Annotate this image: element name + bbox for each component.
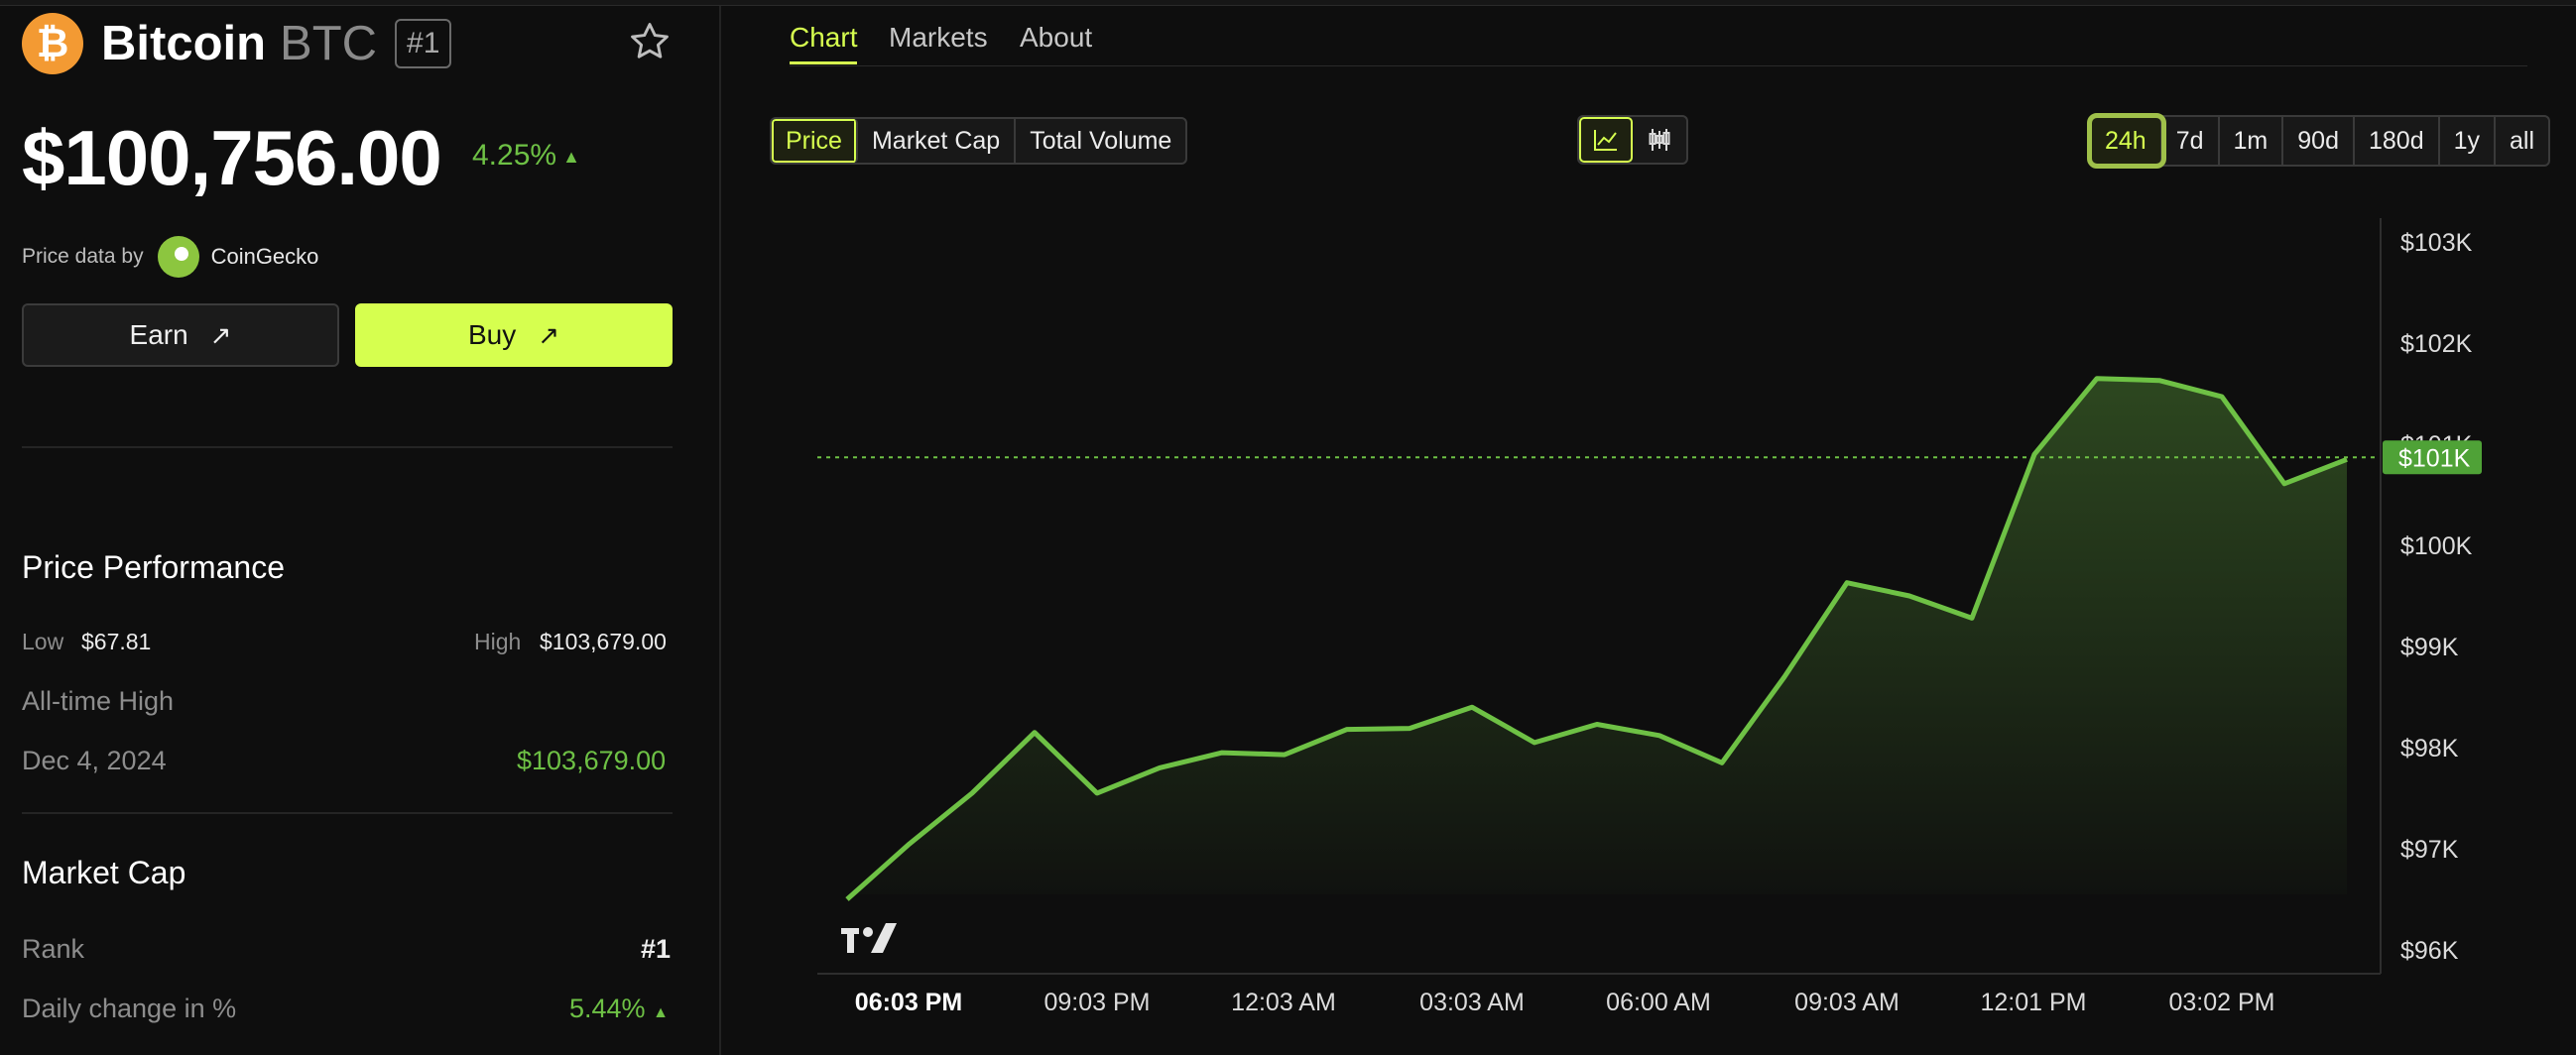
rank-badge: #1 [395, 19, 452, 68]
external-arrow-icon: ↗ [209, 319, 232, 350]
ath-date: Dec 4, 2024 [22, 746, 167, 775]
low-label: Low [22, 629, 64, 654]
price-performance-title: Price Performance [22, 549, 285, 585]
high-label: High [474, 629, 522, 654]
y-tick-label: $100K [2400, 532, 2473, 560]
x-tick-label: 03:02 PM [2168, 989, 2274, 1016]
rank-value: #1 [641, 934, 672, 964]
range-7d[interactable]: 7d [2162, 117, 2220, 165]
metric-total-volume[interactable]: Total Volume [1016, 119, 1185, 163]
tradingview-logo-icon[interactable] [841, 923, 897, 953]
candlestick-icon[interactable] [1633, 117, 1686, 163]
current-price-tag-label: $101K [2398, 444, 2471, 472]
tab-chart[interactable]: Chart [790, 22, 857, 54]
current-price-tag: $101K [2383, 440, 2482, 475]
up-arrow-icon: ▲ [562, 146, 580, 167]
high-value: $103,679.00 [540, 629, 667, 654]
range-180d[interactable]: 180d [2355, 117, 2440, 165]
x-tick-label: 09:03 PM [1043, 989, 1150, 1016]
line-chart-icon[interactable] [1579, 117, 1633, 163]
y-tick-label: $103K [2400, 229, 2473, 257]
daily-change-value: 5.44% [569, 994, 646, 1023]
price-data-attribution: Price data by CoinGecko [22, 236, 318, 278]
coin-symbol: BTC [280, 17, 378, 70]
price-chart[interactable]: $96K $97K $98K $99K $100K $101K $102K $103K 06:… [794, 218, 2539, 1031]
y-tick-label: $96K [2400, 937, 2459, 965]
divider [22, 812, 673, 814]
coin-name: Bitcoin [101, 17, 267, 70]
x-tick-label: 09:03 AM [1794, 989, 1900, 1016]
y-tick-label: $99K [2400, 634, 2459, 661]
low-value: $67.81 [81, 629, 152, 654]
coin-details-panel: ₿ Bitcoin BTC #1 $100,756.00 4.25% ▲ Pric… [0, 6, 721, 1055]
bitcoin-logo-icon: ₿ [22, 13, 83, 74]
coingecko-logo-icon [157, 236, 199, 278]
x-tick-label: 12:03 AM [1231, 989, 1336, 1016]
y-tick-label: $102K [2400, 330, 2473, 358]
metric-market-cap[interactable]: Market Cap [858, 119, 1017, 163]
y-tick-label: $98K [2400, 735, 2459, 762]
current-price: $100,756.00 [22, 114, 442, 201]
favorite-star-icon[interactable] [628, 20, 672, 63]
price-data-provider[interactable]: CoinGecko [211, 244, 319, 270]
metric-price[interactable]: Price [772, 119, 858, 163]
x-axis-ticks: 06:03 PM 09:03 PM 12:03 AM 03:03 AM 06:00 AM… [855, 989, 2275, 1016]
price-change-value: 4.25% [472, 139, 557, 172]
external-arrow-icon: ↗ [538, 319, 560, 350]
price-data-label: Price data by [22, 245, 144, 268]
x-tick-label: 06:00 AM [1606, 989, 1711, 1016]
daily-change: 5.44% ▲ [569, 994, 669, 1024]
x-tick-label: 06:03 PM [855, 989, 962, 1016]
range-1m[interactable]: 1m [2220, 117, 2284, 165]
x-tick-label: 12:01 PM [1980, 989, 2086, 1016]
rank-label: Rank [22, 934, 85, 964]
metric-selector: Price Market Cap Total Volume [770, 117, 1188, 165]
x-tick-label: 03:03 AM [1419, 989, 1525, 1016]
tab-about[interactable]: About [1020, 22, 1092, 54]
price-change: 4.25% ▲ [472, 139, 580, 173]
range-90d[interactable]: 90d [2283, 117, 2355, 165]
buy-button[interactable]: Buy ↗ [355, 303, 673, 367]
tabs-divider [790, 65, 2527, 66]
coin-header: ₿ Bitcoin BTC #1 [22, 13, 452, 74]
range-1y[interactable]: 1y [2440, 117, 2497, 165]
ath-value: $103,679.00 [517, 746, 667, 775]
ath-label: All-time High [22, 686, 175, 716]
range-24h[interactable]: 24h [2087, 113, 2166, 169]
active-tab-indicator [790, 61, 857, 64]
buy-button-label: Buy [467, 319, 517, 350]
up-arrow-icon: ▲ [653, 1004, 669, 1021]
chart-style-selector [1577, 115, 1688, 165]
y-axis-ticks: $96K $97K $98K $99K $100K $101K $102K $103K [2400, 229, 2473, 965]
range-all[interactable]: all [2496, 117, 2548, 165]
market-cap-title: Market Cap [22, 855, 186, 890]
divider [22, 446, 673, 448]
earn-button[interactable]: Earn ↗ [22, 303, 339, 367]
time-range-selector: 24h 7d 1m 90d 180d 1y all [2087, 113, 2551, 169]
tab-markets[interactable]: Markets [889, 22, 988, 54]
daily-change-label: Daily change in % [22, 994, 237, 1023]
y-tick-label: $97K [2400, 836, 2459, 864]
earn-button-label: Earn [129, 319, 188, 350]
